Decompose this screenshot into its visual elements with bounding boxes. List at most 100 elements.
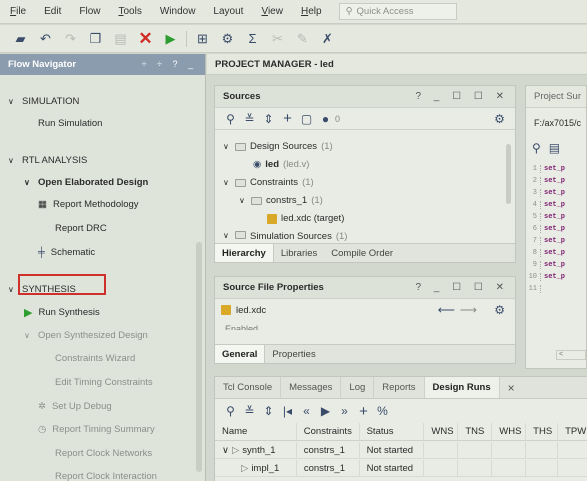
- gear-icon[interactable]: ⚙: [494, 303, 505, 317]
- flow-navigator-scrollbar[interactable]: [196, 242, 202, 472]
- collapse-all-icon[interactable]: ≚: [240, 108, 259, 130]
- paste-icon[interactable]: ▤: [108, 28, 133, 50]
- forward-arrow-icon[interactable]: ⟶: [460, 303, 477, 317]
- expand-all-icon[interactable]: ⇕: [259, 108, 278, 130]
- search-icon[interactable]: ⚲: [221, 108, 240, 130]
- report-clock-networks-item[interactable]: Report Clock Networks: [55, 448, 152, 459]
- menu-edit[interactable]: Edit: [35, 6, 70, 17]
- sigma-icon[interactable]: Σ: [240, 28, 265, 50]
- set-up-debug-label: Set Up Debug: [51, 401, 112, 412]
- tree-design-sources[interactable]: ∨ Design Sources (1): [223, 141, 333, 152]
- program-device-icon[interactable]: ⊞: [190, 28, 215, 50]
- expand-all-icon[interactable]: ⇕: [259, 400, 278, 422]
- copy-icon[interactable]: ❐: [83, 28, 108, 50]
- project-summary-header[interactable]: Project Sur: [526, 86, 586, 108]
- report-drc-item[interactable]: Report DRC: [55, 223, 107, 234]
- col-wns[interactable]: WNS: [424, 423, 459, 440]
- tab-hierarchy[interactable]: Hierarchy: [215, 244, 274, 262]
- code-line: 9 set_p: [527, 261, 565, 269]
- wns-cell: [424, 460, 459, 476]
- properties-icon[interactable]: ▢: [297, 108, 316, 130]
- section-simulation[interactable]: ∨ SIMULATION: [8, 96, 79, 107]
- file-properties-controls[interactable]: ? _ ☐ ☐ ✕: [415, 282, 509, 293]
- tab-log[interactable]: Log: [341, 377, 375, 398]
- menu-flow[interactable]: Flow: [70, 6, 109, 17]
- col-ths[interactable]: THS: [526, 423, 559, 440]
- tab-libraries[interactable]: Libraries: [274, 244, 324, 262]
- tab-design-runs[interactable]: Design Runs: [424, 377, 500, 398]
- next-icon[interactable]: »: [335, 400, 354, 422]
- play-icon[interactable]: ▶: [316, 400, 335, 422]
- menu-tools[interactable]: Tools: [109, 6, 150, 17]
- open-elaborated-design-item[interactable]: ∨ Open Elaborated Design: [24, 177, 148, 188]
- open-project-icon[interactable]: ▰: [8, 28, 33, 50]
- tree-led-xdc[interactable]: led.xdc (target): [267, 213, 344, 224]
- menu-file[interactable]: File: [0, 6, 35, 17]
- previous-icon[interactable]: «: [297, 400, 316, 422]
- col-tns[interactable]: TNS: [458, 423, 493, 440]
- first-icon[interactable]: |◂: [278, 400, 297, 422]
- settings-icon[interactable]: ⚙: [215, 28, 240, 50]
- edit-icon[interactable]: ✎: [290, 28, 315, 50]
- flow-navigator-controls[interactable]: ÷ ÷ ? _: [142, 59, 197, 69]
- tools-icon[interactable]: ✂: [265, 28, 290, 50]
- col-constraints[interactable]: Constraints: [297, 423, 360, 440]
- gear-icon[interactable]: ⚙: [490, 108, 509, 130]
- sources-panel-controls[interactable]: ? _ ☐ ☐ ✕: [415, 91, 509, 102]
- tree-constrs-1[interactable]: ∨ constrs_1 (1): [239, 195, 323, 206]
- run-name-cell: ▷ impl_1: [215, 460, 297, 476]
- section-rtl-analysis[interactable]: ∨ RTL ANALYSIS: [8, 155, 87, 166]
- quick-access-search[interactable]: ⚲ Quick Access: [338, 3, 457, 20]
- menu-layout[interactable]: Layout: [204, 6, 252, 17]
- tab-messages[interactable]: Messages: [281, 377, 342, 398]
- table-row[interactable]: ∨ ▷ synth_1 constrs_1 Not started: [215, 442, 587, 459]
- redo-icon[interactable]: ↷: [58, 28, 83, 50]
- report-clock-interaction-item[interactable]: Report Clock Interaction: [55, 471, 157, 481]
- chevron-down-icon: ∨: [8, 285, 14, 294]
- code-line: 3 set_p: [527, 189, 565, 197]
- add-icon[interactable]: +: [278, 108, 297, 130]
- report-timing-summary-item[interactable]: ◷ Report Timing Summary: [38, 424, 155, 435]
- tab-properties[interactable]: Properties: [265, 345, 322, 363]
- col-name[interactable]: Name: [215, 423, 297, 440]
- debug-icon: ✲: [38, 401, 46, 412]
- cancel-tool-icon[interactable]: ✗: [315, 28, 340, 50]
- close-icon[interactable]: ×: [500, 377, 523, 398]
- open-synthesized-design-item[interactable]: ∨ Open Synthesized Design: [24, 330, 148, 341]
- collapse-all-icon[interactable]: ≚: [240, 400, 259, 422]
- tree-led-module[interactable]: ◉ led (led.v): [253, 159, 309, 170]
- save-icon[interactable]: ▤: [549, 141, 568, 155]
- set-up-debug-item[interactable]: ✲ Set Up Debug: [38, 401, 112, 412]
- run-synthesis-item[interactable]: ▶ Run Synthesis: [24, 306, 100, 319]
- table-row[interactable]: ▷ impl_1 constrs_1 Not started: [215, 460, 587, 477]
- run-simulation-item[interactable]: Run Simulation: [38, 118, 102, 129]
- sources-panel-header: Sources ? _ ☐ ☐ ✕: [215, 86, 515, 108]
- back-arrow-icon[interactable]: ⟵: [438, 303, 455, 317]
- tab-compile-order[interactable]: Compile Order: [324, 244, 400, 262]
- col-tpw[interactable]: TPW: [558, 423, 587, 440]
- col-status[interactable]: Status: [360, 423, 425, 440]
- tree-constraints[interactable]: ∨ Constraints (1): [223, 177, 314, 188]
- report-methodology-item[interactable]: ▦ Report Methodology: [38, 199, 139, 210]
- undo-icon[interactable]: ↶: [33, 28, 58, 50]
- tab-tcl-console[interactable]: Tcl Console: [215, 377, 282, 398]
- schematic-item[interactable]: ╪ Schematic: [38, 247, 95, 258]
- tree-simulation-sources[interactable]: ∨ Simulation Sources (1): [223, 231, 347, 241]
- edit-timing-constraints-item[interactable]: Edit Timing Constraints: [55, 377, 153, 388]
- percent-icon[interactable]: %: [373, 400, 392, 422]
- search-icon[interactable]: ⚲: [532, 141, 549, 155]
- tab-reports[interactable]: Reports: [374, 377, 425, 398]
- constraints-wizard-item[interactable]: Constraints Wizard: [55, 353, 135, 364]
- menu-view[interactable]: View: [252, 6, 292, 17]
- delete-icon[interactable]: ✕: [133, 28, 158, 50]
- run-icon[interactable]: ▶: [158, 28, 183, 50]
- col-whs[interactable]: WHS: [492, 423, 527, 440]
- sources-scrollbar[interactable]: [506, 144, 511, 204]
- whs-cell: [492, 460, 527, 476]
- search-icon[interactable]: ⚲: [221, 400, 240, 422]
- add-icon[interactable]: +: [354, 400, 373, 422]
- menu-window[interactable]: Window: [151, 6, 205, 17]
- chevron-down-icon: ∨: [222, 444, 229, 456]
- menu-help[interactable]: Help: [292, 6, 331, 17]
- tab-general[interactable]: General: [215, 345, 266, 363]
